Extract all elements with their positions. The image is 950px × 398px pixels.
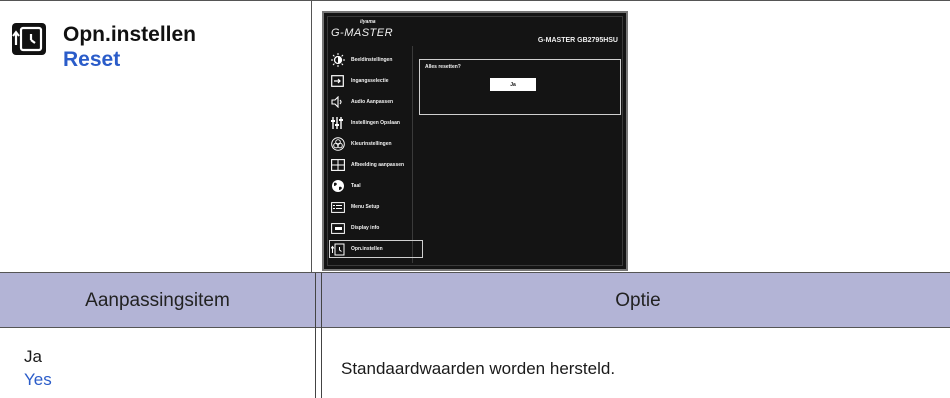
osd-menu-label: Kleurinstellingen [351, 141, 392, 147]
table-row-option: Standaardwaarden worden hersteld. [341, 359, 616, 378]
osd-menu-label: Audio Aanpassen [351, 99, 394, 105]
header-optie: Optie [615, 289, 661, 311]
osd-menu-label: Ingangsselectie [351, 78, 389, 84]
header-aanpassingsitem: Aanpassingsitem [85, 289, 230, 311]
osd-brand: iiyama [360, 19, 376, 25]
input-select-icon [330, 74, 345, 88]
confirm-ja-button[interactable]: Ja [490, 78, 536, 91]
table-row-item: Ja [24, 347, 42, 366]
reset-clock-icon [12, 23, 46, 55]
osd-logo: G-MASTER [331, 27, 394, 39]
osd-menu-item-taal[interactable]: Taal [330, 178, 426, 194]
globe-icon [330, 179, 345, 193]
reset-clock-icon [330, 242, 345, 256]
osd-model: G-MASTER GB2795HSU [537, 37, 618, 44]
osd-menu-item-audio[interactable]: Audio Aanpassen [330, 94, 426, 110]
section-subtitle: Reset [63, 48, 121, 71]
osd-menu-label: Taal [351, 183, 361, 189]
column-divider [321, 273, 322, 398]
table-row-item-english: Yes [24, 370, 52, 389]
speaker-icon [330, 95, 345, 109]
osd-menu-item-instellingen-opslaan[interactable]: Instellingen Opslaan [330, 115, 426, 131]
osd-menu-label: Afbeelding aanpassen [351, 162, 405, 168]
osd-menu-item-display-info[interactable]: Display info [330, 220, 426, 236]
osd-menu-item-beeldinstellingen[interactable]: Beeldinstellingen [330, 52, 426, 68]
osd-menu-item-ingangsselectie[interactable]: Ingangsselectie [330, 73, 426, 89]
column-divider [315, 273, 316, 398]
osd-menu-label: Opn.instellen [351, 246, 383, 252]
image-layout-icon [330, 158, 345, 172]
osd-menu-label: Display info [351, 225, 380, 231]
divider-line [311, 0, 312, 273]
osd-menu-item-kleurinstellingen[interactable]: Kleurinstellingen [330, 136, 426, 152]
picture-adjust-icon [330, 53, 345, 67]
osd-menu-label: Menu Setup [351, 204, 380, 210]
osd-screenshot: iiyama G-MASTER G-MASTER GB2795HSU Beeld… [322, 11, 628, 271]
osd-menu-label: Instellingen Opslaan [351, 120, 400, 126]
reset-question: Alles resetten? [425, 64, 461, 70]
table-header-row: Aanpassingsitem Optie [0, 273, 950, 328]
sliders-icon [330, 116, 345, 130]
osd-menu-item-opn-instellen[interactable]: Opn.instellen [329, 240, 423, 258]
osd-menu-item-menu-setup[interactable]: Menu Setup [330, 199, 426, 215]
menu-setup-icon [330, 200, 345, 214]
display-info-icon [330, 221, 345, 235]
osd-menu-label: Beeldinstellingen [351, 57, 393, 63]
reset-confirm-dialog: Alles resetten? Ja [419, 59, 621, 115]
osd-menu-item-afbeelding[interactable]: Afbeelding aanpassen [330, 157, 426, 173]
section-title: Opn.instellen [63, 23, 197, 46]
color-circles-icon [330, 137, 345, 151]
